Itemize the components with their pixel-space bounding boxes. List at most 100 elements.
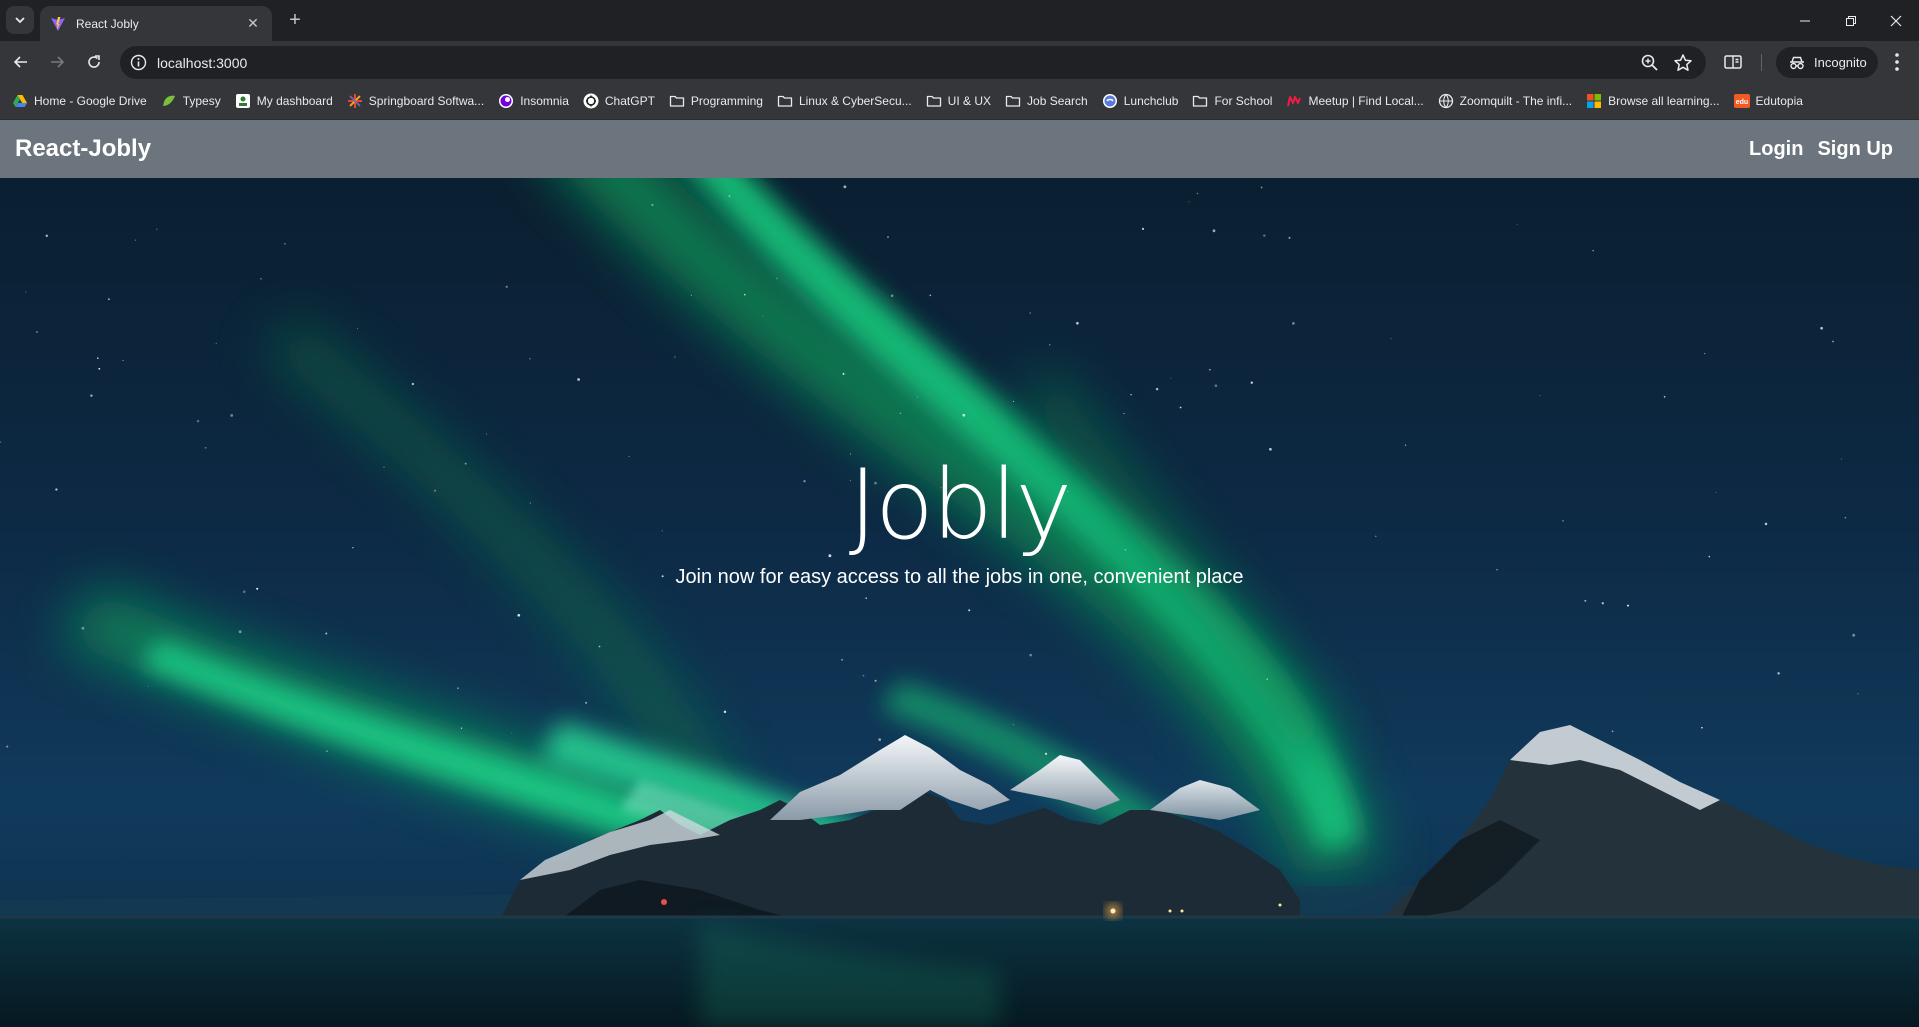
reload-button[interactable]	[80, 48, 108, 76]
star	[1820, 326, 1823, 330]
star	[1832, 340, 1834, 343]
bookmark-item[interactable]: Springboard Softwa...	[347, 93, 484, 109]
close-icon[interactable]: ✕	[244, 15, 262, 32]
bookmark-label: Linux & CyberSecu...	[798, 94, 912, 108]
new-tab-button[interactable]: +	[283, 9, 307, 33]
star	[81, 626, 85, 630]
page-viewport: React-Jobly Login Sign Up Jobly Join now…	[0, 120, 1919, 1027]
typesy-icon	[161, 93, 177, 109]
incognito-icon	[1790, 56, 1804, 69]
app-navbar: React-Jobly Login Sign Up	[0, 120, 1919, 178]
star	[1170, 377, 1172, 379]
folder-icon	[777, 93, 793, 109]
back-button[interactable]	[7, 48, 35, 76]
globe-icon	[1438, 93, 1454, 109]
tab-react-jobly[interactable]: React Jobly ✕	[40, 6, 272, 41]
star	[230, 413, 234, 417]
restore-button[interactable]	[1828, 0, 1874, 41]
bookmark-item[interactable]: edu Edutopia	[1733, 93, 1803, 109]
star	[1701, 726, 1703, 729]
hero-content: Jobly Join now for easy access to all th…	[0, 450, 1919, 589]
edutopia-icon: edu	[1733, 93, 1750, 109]
bookmark-item[interactable]: Insomnia	[498, 93, 569, 109]
svg-text:edu: edu	[1735, 99, 1747, 106]
url-text[interactable]: localhost:3000	[157, 55, 247, 71]
star	[6, 745, 9, 748]
star	[1704, 352, 1706, 355]
star	[1777, 672, 1780, 675]
more-menu-icon[interactable]	[1885, 51, 1909, 73]
star	[1611, 730, 1614, 733]
nav-links: Login Sign Up	[1749, 138, 1893, 161]
bookmark-item[interactable]: Linux & CyberSecu...	[777, 93, 912, 109]
star	[1155, 387, 1159, 391]
star	[98, 367, 101, 370]
bookmark-label: Zoomquilt - The infi...	[1459, 94, 1573, 108]
reading-mode-icon[interactable]	[1723, 52, 1743, 72]
star	[1260, 186, 1263, 189]
star	[238, 630, 242, 634]
star	[887, 236, 889, 239]
bookmark-item[interactable]: Job Search	[1005, 93, 1088, 109]
star	[968, 609, 971, 612]
star	[1012, 724, 1014, 726]
star	[147, 685, 149, 687]
bookmark-item[interactable]: Lunchclub	[1102, 93, 1178, 109]
bookmark-item[interactable]: For School	[1192, 93, 1272, 109]
star	[674, 356, 676, 358]
bookmark-label: Insomnia	[520, 94, 569, 108]
tab-strip: React Jobly ✕ +	[0, 0, 1919, 41]
star	[878, 738, 882, 741]
bookmark-item[interactable]: Meetup | Find Local...	[1286, 93, 1424, 109]
folder-icon	[1005, 93, 1021, 109]
bookmark-item[interactable]: Browse all learning...	[1586, 93, 1720, 109]
folder-icon	[926, 93, 942, 109]
star	[517, 613, 521, 617]
brand-link[interactable]: React-Jobly	[15, 135, 151, 163]
signup-link[interactable]: Sign Up	[1817, 138, 1893, 161]
star	[1049, 344, 1051, 346]
close-window-button[interactable]	[1873, 0, 1919, 41]
star	[1404, 444, 1407, 446]
vite-icon	[51, 16, 65, 31]
folder-icon	[1192, 93, 1208, 109]
forward-button[interactable]	[43, 48, 71, 76]
arrow-left-icon	[13, 56, 27, 68]
star-icon[interactable]	[1673, 53, 1693, 73]
star	[1012, 400, 1015, 402]
bookmark-item[interactable]: UI & UX	[926, 93, 991, 109]
bookmark-label: Programming	[690, 94, 763, 108]
bookmark-item[interactable]: Programming	[669, 93, 763, 109]
star	[842, 372, 845, 375]
star	[460, 727, 463, 729]
bookmark-item[interactable]: ChatGPT	[583, 93, 655, 109]
star	[843, 185, 847, 189]
star	[1663, 395, 1666, 398]
tab-search-button[interactable]	[6, 6, 34, 34]
star	[156, 228, 158, 230]
site-info-icon[interactable]	[130, 54, 147, 71]
star	[1288, 236, 1291, 239]
star	[505, 285, 508, 289]
star	[762, 315, 764, 317]
login-link[interactable]: Login	[1749, 138, 1803, 161]
incognito-indicator[interactable]: Incognito	[1776, 47, 1878, 78]
address-bar[interactable]: localhost:3000	[120, 46, 1706, 79]
star	[577, 378, 580, 381]
star	[1196, 192, 1199, 195]
star	[284, 243, 286, 245]
star	[744, 294, 746, 296]
star	[134, 239, 136, 241]
bookmark-item[interactable]: Home - Google Drive	[12, 93, 147, 109]
star	[598, 645, 601, 648]
star	[326, 750, 328, 752]
star	[865, 597, 867, 599]
bookmark-item[interactable]: My dashboard	[235, 93, 333, 109]
google-drive-icon	[12, 93, 28, 109]
star	[728, 195, 731, 198]
minimize-button[interactable]	[1782, 0, 1828, 41]
close-icon	[1890, 15, 1902, 26]
bookmark-item[interactable]: Zoomquilt - The infi...	[1438, 93, 1573, 109]
zoom-icon[interactable]	[1640, 53, 1660, 73]
bookmark-item[interactable]: Typesy	[161, 93, 221, 109]
